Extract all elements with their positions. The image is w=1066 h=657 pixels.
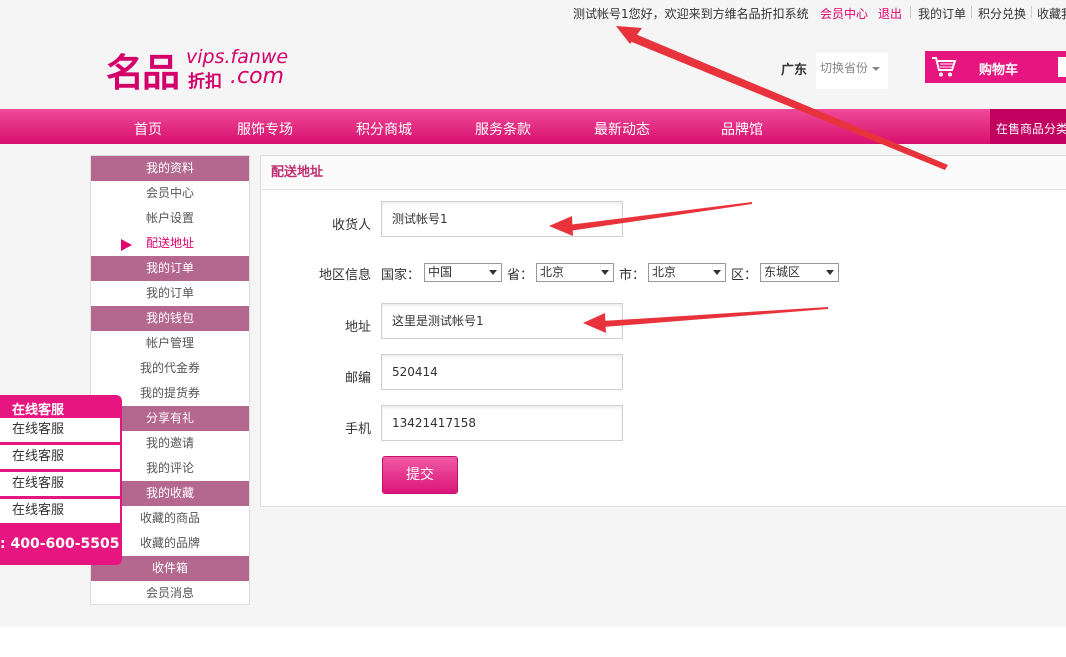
service-phone: : 400-600-5505: [0, 536, 120, 552]
welcome-text: 测试帐号1您好，欢迎来到方维名品折扣系统: [573, 7, 809, 21]
district-value: 东城区: [764, 265, 801, 279]
district-select[interactable]: 东城区: [760, 263, 839, 282]
province-value: 北京: [540, 265, 565, 279]
chevron-down-icon: [601, 270, 609, 275]
country-label: 国家：: [381, 268, 421, 283]
sidebar-item-label: 配送地址: [145, 236, 194, 250]
city-label: 市：: [619, 268, 646, 283]
current-region: 广东: [781, 63, 808, 78]
consignee-input[interactable]: 测试帐号1: [381, 201, 623, 237]
site-logo[interactable]: 名品 vips.fanwe 折扣 .com: [106, 40, 296, 95]
province-select[interactable]: 北京: [536, 263, 614, 282]
sidebar-item-account-settings[interactable]: 帐户设置: [91, 206, 249, 231]
sidebar-item-my-vouchers[interactable]: 我的代金券: [91, 356, 249, 381]
points-exchange-link[interactable]: 积分兑换: [978, 5, 1026, 22]
service-item[interactable]: 在线客服: [0, 418, 120, 442]
panel-title: 配送地址: [261, 156, 1066, 190]
submit-button[interactable]: 提交: [382, 456, 458, 494]
zip-input[interactable]: 520414: [381, 354, 623, 390]
sidebar-section-profile: 我的资料: [91, 156, 249, 181]
logo-subtitle: 折扣: [188, 72, 222, 92]
sidebar-item-member-center[interactable]: 会员中心: [91, 181, 249, 206]
annotation-arrow: [627, 33, 948, 170]
address-input[interactable]: 这里是测试帐号1: [381, 303, 623, 339]
district-label: 区：: [731, 268, 758, 283]
sidebar-section-orders: 我的订单: [91, 256, 249, 281]
service-item[interactable]: 在线客服: [0, 445, 120, 469]
service-item[interactable]: 在线客服: [0, 472, 120, 496]
chevron-down-icon: [872, 66, 881, 71]
logo-mark: 名品: [106, 51, 180, 95]
nav-item-news[interactable]: 最新动态: [594, 119, 650, 139]
footer: [0, 627, 1066, 657]
nav-item-points-mall[interactable]: 积分商城: [356, 119, 412, 139]
logo-tld: .com: [230, 64, 284, 89]
chevron-down-icon: [489, 270, 497, 275]
country-value: 中国: [428, 265, 453, 279]
chevron-down-icon: [713, 270, 721, 275]
cart-label: 购物车: [979, 63, 1019, 78]
zip-label: 邮编: [344, 371, 371, 386]
annotation-arrow-head: [616, 26, 642, 44]
city-select[interactable]: 北京: [648, 263, 726, 282]
favorites-link[interactable]: 收藏我: [1037, 5, 1066, 22]
cart-notch: [1058, 57, 1066, 77]
member-center-link[interactable]: 会员中心: [820, 5, 868, 22]
address-label: 地址: [344, 320, 371, 335]
switch-province-dropdown[interactable]: 切换省份: [816, 53, 888, 89]
consignee-label: 收货人: [331, 218, 371, 233]
divider: [971, 6, 972, 18]
sidebar-item-my-orders[interactable]: 我的订单: [91, 281, 249, 306]
active-indicator-icon: [121, 239, 132, 251]
nav-item-brands[interactable]: 品牌馆: [721, 119, 763, 139]
sidebar-item-account-manage[interactable]: 帐户管理: [91, 331, 249, 356]
online-service-panel: 在线客服 在线客服 在线客服 在线客服 在线客服 : 400-600-5505: [0, 395, 122, 565]
mobile-label: 手机: [344, 422, 371, 437]
divider: [1031, 6, 1032, 18]
nav-item-apparel[interactable]: 服饰专场: [237, 119, 293, 139]
logout-link[interactable]: 退出: [878, 5, 902, 22]
mobile-input[interactable]: 13421417158: [381, 405, 623, 441]
category-menu[interactable]: 在售商品分类: [990, 109, 1066, 144]
sidebar-item-delivery-address[interactable]: 配送地址: [91, 231, 249, 256]
country-select[interactable]: 中国: [424, 263, 502, 282]
cart-button[interactable]: 购物车: [925, 51, 1066, 83]
top-bar: 测试帐号1您好，欢迎来到方维名品折扣系统 会员中心 退出 我的订单 积分兑换 收…: [0, 0, 1066, 24]
city-value: 北京: [652, 265, 677, 279]
divider: [910, 6, 911, 18]
chevron-down-icon: [826, 270, 834, 275]
sidebar-item-member-messages[interactable]: 会员消息: [91, 581, 249, 606]
service-item[interactable]: 在线客服: [0, 499, 120, 523]
province-label: 省：: [507, 268, 534, 283]
region-label: 地区信息: [318, 268, 371, 283]
nav-item-terms[interactable]: 服务条款: [475, 119, 531, 139]
sidebar-section-wallet: 我的钱包: [91, 306, 249, 331]
my-orders-link[interactable]: 我的订单: [918, 5, 966, 22]
cart-icon: [932, 57, 957, 77]
main-nav: 首页 服饰专场 积分商城 服务条款 最新动态 品牌馆 在售商品分类: [0, 109, 1066, 144]
nav-item-home[interactable]: 首页: [134, 119, 162, 139]
switch-province-label: 切换省份: [820, 61, 869, 75]
service-header: 在线客服: [12, 403, 65, 418]
